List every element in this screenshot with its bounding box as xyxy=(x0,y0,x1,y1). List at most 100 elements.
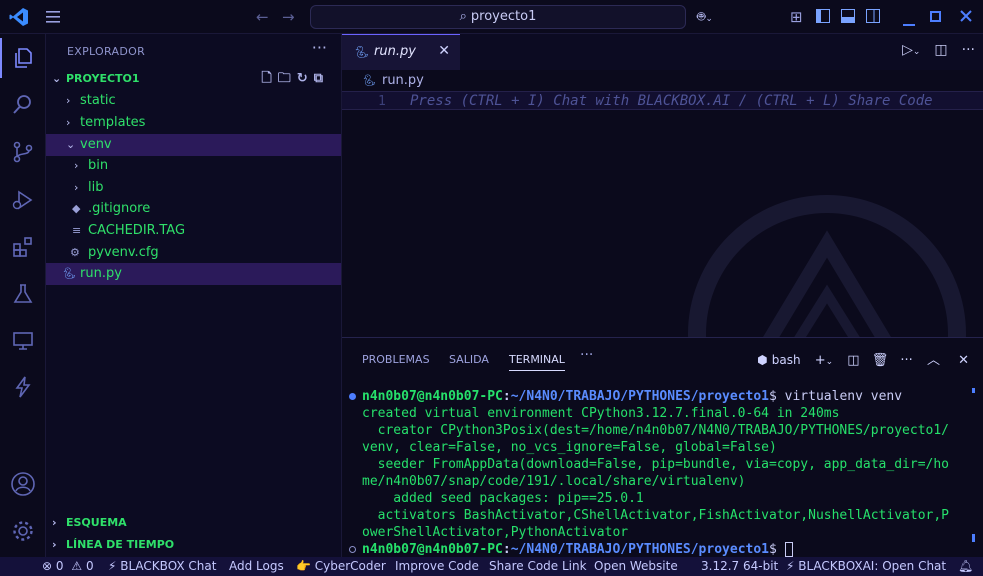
chevron-down-icon: ⌄ xyxy=(66,138,76,151)
back-arrow-icon[interactable]: ← xyxy=(256,0,269,34)
tab-run-py[interactable]: 🐍︎ run.py ✕ xyxy=(342,34,460,70)
chevron-right-icon: › xyxy=(52,516,57,529)
terminal-command: virtualenv venv xyxy=(784,389,903,404)
blackbox-hint-text: Press (CTRL + I) Chat with BLACKBOX.AI /… xyxy=(410,93,933,109)
tree-item-venv[interactable]: ⌄ venv xyxy=(46,134,341,156)
extensions-icon[interactable] xyxy=(0,227,46,267)
python-file-icon: 🐍︎ xyxy=(354,45,370,59)
cybercoder-button[interactable]: 👉 CyberCoder xyxy=(296,559,386,573)
source-control-icon[interactable] xyxy=(0,132,46,172)
split-editor-icon[interactable]: ◫ xyxy=(934,42,947,58)
tree-item-label: pyvenv.cfg xyxy=(88,245,159,260)
tab-output[interactable]: SALIDA xyxy=(449,353,489,366)
tree-item-lib[interactable]: › lib xyxy=(46,177,341,199)
tab-label: run.py xyxy=(374,44,416,59)
collapse-all-icon[interactable]: ⧉ xyxy=(314,71,329,86)
layout-icon[interactable]: ⊞ xyxy=(790,0,803,34)
python-version-button[interactable]: 3.12.7 64-bit xyxy=(701,559,778,573)
bottom-panel: PROBLEMAS SALIDA TERMINAL ··· ⬢ bash +⌄ … xyxy=(342,337,983,557)
close-panel-icon[interactable]: ✕ xyxy=(958,353,969,368)
forward-arrow-icon[interactable]: → xyxy=(282,0,295,34)
tree-item-pyvenv[interactable]: ⚙ pyvenv.cfg xyxy=(46,242,341,264)
terminal-scrollbar-marker[interactable] xyxy=(972,388,975,393)
run-debug-icon[interactable] xyxy=(0,180,46,220)
editor-line[interactable]: 1 Press (CTRL + I) Chat with BLACKBOX.AI… xyxy=(342,91,983,110)
kill-terminal-icon[interactable]: 🗑︎ xyxy=(872,353,889,368)
tree-item-label: venv xyxy=(80,137,112,152)
warning-count: 0 xyxy=(85,559,94,573)
outline-section[interactable]: › ESQUEMA xyxy=(46,512,341,534)
tree-item-templates[interactable]: › templates xyxy=(46,112,341,134)
timeline-section[interactable]: › LÍNEA DE TIEMPO xyxy=(46,534,341,556)
panel-more-icon[interactable]: ··· xyxy=(900,353,912,368)
notifications-bell-icon[interactable]: 🔔︎ xyxy=(958,559,973,573)
blackbox-chat-button[interactable]: ⚡ BLACKBOX Chat xyxy=(108,559,216,573)
share-code-link-button[interactable]: Share Code Link xyxy=(489,559,587,573)
run-controls: ▷⌄ ◫ ··· xyxy=(902,42,975,58)
manage-gear-icon[interactable] xyxy=(0,511,46,551)
more-actions-icon[interactable]: ··· xyxy=(312,38,327,57)
tree-item-cachedir[interactable]: ≡ CACHEDIR.TAG xyxy=(46,220,341,242)
new-terminal-icon[interactable]: + xyxy=(815,353,826,368)
terminal-line: created virtual environment CPython3.12.… xyxy=(362,406,840,421)
minimize-icon[interactable] xyxy=(903,16,915,31)
panel-more-icon[interactable]: ··· xyxy=(580,347,593,363)
problems-status[interactable]: ⊗ 0 ⚠ 0 xyxy=(42,559,94,573)
activity-bar xyxy=(0,34,46,557)
terminal-prompt-line: n4n0b07@n4n0b07-PC:~/N4N0/TRABAJO/PYTHON… xyxy=(349,541,972,558)
search-icon[interactable] xyxy=(0,84,46,124)
toggle-panel-icon[interactable] xyxy=(841,9,855,27)
shell-name[interactable]: bash xyxy=(772,353,801,367)
close-tab-icon[interactable]: ✕ xyxy=(438,43,450,59)
toggle-sidebar-icon[interactable] xyxy=(816,9,830,27)
breadcrumb[interactable]: 🐍︎ run.py xyxy=(362,70,424,92)
command-center-search[interactable]: ⌕ proyecto1 xyxy=(310,5,686,29)
vscode-logo-icon xyxy=(9,7,29,31)
tree-item-label: run.py xyxy=(80,266,122,281)
add-logs-button[interactable]: Add Logs xyxy=(229,559,284,573)
explorer-sidebar: EXPLORADOR ··· ⌄ PROYECTO1 🗋︎🗀︎↻⧉ › stat… xyxy=(46,34,342,557)
chevron-down-icon: ⌄ xyxy=(52,72,62,85)
tree-item-bin[interactable]: › bin xyxy=(46,155,341,177)
explorer-icon[interactable] xyxy=(0,38,46,78)
maximize-panel-icon[interactable]: ︿ xyxy=(927,353,940,368)
open-website-button[interactable]: Open Website xyxy=(594,559,678,573)
timeline-label: LÍNEA DE TIEMPO xyxy=(66,538,175,551)
tree-item-gitignore[interactable]: ◆ .gitignore xyxy=(46,198,341,220)
terminal-output[interactable]: n4n0b07@n4n0b07-PC:~/N4N0/TRABAJO/PYTHON… xyxy=(349,388,972,558)
split-terminal-icon[interactable]: ◫ xyxy=(847,353,859,368)
blackboxai-open-chat-button[interactable]: ⚡ BLACKBOXAI: Open Chat xyxy=(786,559,946,573)
improve-code-button[interactable]: Improve Code xyxy=(395,559,479,573)
chevron-down-icon[interactable]: ⌄ xyxy=(913,47,921,57)
maximize-icon[interactable] xyxy=(930,11,941,26)
terminal-line: activators BashActivator,CShellActivator… xyxy=(362,508,949,523)
blackbox-icon[interactable] xyxy=(0,367,46,407)
prompt-path: ~/N4N0/TRABAJO/PYTHONES/proyecto1 xyxy=(510,389,769,404)
new-folder-icon[interactable]: 🗀︎ xyxy=(278,71,297,86)
tab-problems[interactable]: PROBLEMAS xyxy=(362,353,430,366)
tree-item-run-py[interactable]: 🐍︎ run.py xyxy=(46,263,341,285)
command-pending-icon xyxy=(349,546,356,553)
toggle-secondary-sidebar-icon[interactable] xyxy=(866,9,880,27)
project-root[interactable]: ⌄ PROYECTO1 🗋︎🗀︎↻⧉ xyxy=(46,68,341,90)
new-file-icon[interactable]: 🗋︎ xyxy=(261,71,277,86)
prompt-user: n4n0b07@n4n0b07-PC xyxy=(362,542,503,557)
close-icon[interactable] xyxy=(960,10,972,26)
testing-icon[interactable] xyxy=(0,274,46,314)
search-icon: ⌕ xyxy=(459,9,467,24)
chevron-down-icon[interactable]: ⌄ xyxy=(826,357,834,367)
accounts-icon[interactable] xyxy=(0,464,46,504)
editor-area: 🐍︎ run.py ✕ ▷⌄ ◫ ··· 🐍︎ run.py 1 Press (CTR… xyxy=(342,34,983,473)
run-python-file-icon[interactable]: ▷ xyxy=(902,42,913,58)
copilot-icon[interactable]: 🤖︎⌄ xyxy=(697,0,713,36)
terminal-scrollbar-marker[interactable] xyxy=(972,534,975,542)
refresh-icon[interactable]: ↻ xyxy=(297,71,314,86)
more-actions-icon[interactable]: ··· xyxy=(962,42,975,58)
terminal-line: seeder FromAppData(download=False, pip=b… xyxy=(362,457,949,472)
tree-item-static[interactable]: › static xyxy=(46,90,341,112)
warning-icon: ⚠ xyxy=(71,559,83,573)
remote-explorer-icon[interactable] xyxy=(0,321,46,361)
tree-item-label: bin xyxy=(88,158,109,173)
line-number: 1 xyxy=(378,94,386,109)
tab-terminal[interactable]: TERMINAL xyxy=(509,353,565,371)
